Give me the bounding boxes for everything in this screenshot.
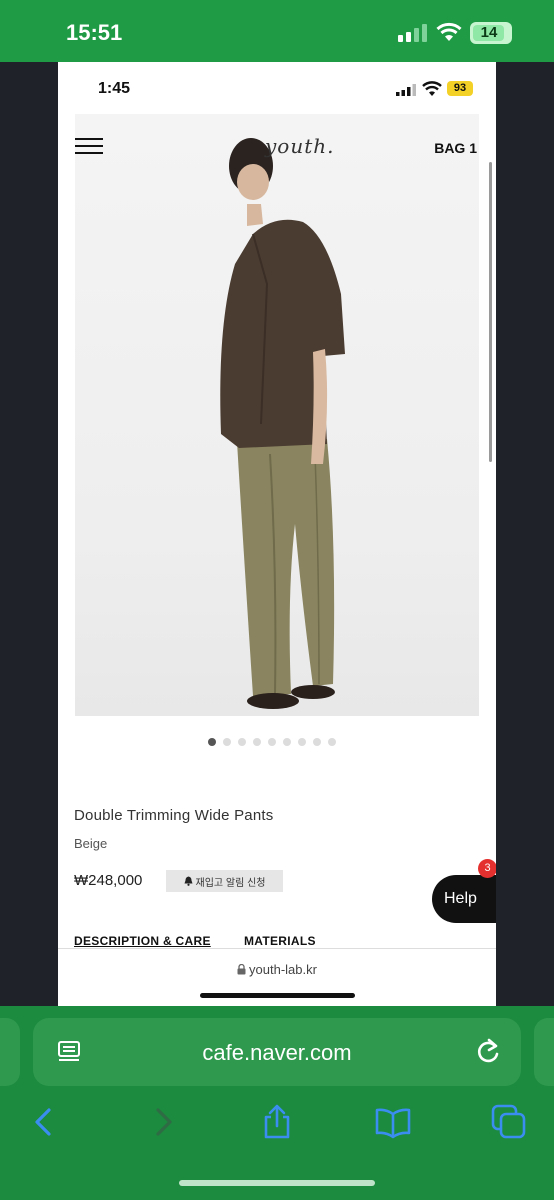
screenshot-margin-left (0, 62, 58, 1006)
carousel-dot[interactable] (268, 738, 276, 746)
menu-icon[interactable] (75, 138, 103, 156)
tab-materials[interactable]: MATERIALS (244, 934, 316, 948)
restock-alert-button[interactable]: 재입고 알림 신청 (166, 870, 283, 892)
inner-url-text: youth-lab.kr (249, 962, 317, 977)
restock-label: 재입고 알림 신청 (195, 877, 266, 889)
divider (58, 948, 496, 949)
share-icon[interactable] (259, 1104, 295, 1140)
back-icon[interactable] (26, 1104, 62, 1140)
home-indicator (179, 1180, 375, 1186)
product-name: Double Trimming Wide Pants (74, 807, 274, 824)
outer-status-bar: 15:51 14 (0, 0, 554, 62)
previous-tab-preview[interactable] (0, 1018, 20, 1086)
carousel-dot[interactable] (283, 738, 291, 746)
carousel-dot[interactable] (313, 738, 321, 746)
reload-icon[interactable] (475, 1038, 501, 1066)
next-tab-preview[interactable] (534, 1018, 554, 1086)
inner-battery-indicator: 93 (447, 81, 473, 96)
product-image[interactable]: youth. BAG 1 (75, 114, 479, 716)
bookmarks-icon[interactable] (375, 1104, 411, 1140)
wifi-icon (436, 22, 462, 41)
forward-icon[interactable] (145, 1104, 181, 1140)
help-notification-badge: 3 (478, 859, 496, 878)
carousel-dot[interactable] (298, 738, 306, 746)
tab-description-care[interactable]: DESCRIPTION & CARE (74, 934, 211, 948)
battery-level: 14 (480, 24, 498, 41)
battery-indicator: 14 (470, 22, 512, 44)
carousel-dot[interactable] (238, 738, 246, 746)
product-color: Beige (74, 836, 108, 851)
inner-signal-icon (396, 84, 416, 96)
lock-icon (237, 963, 246, 975)
carousel-dots[interactable] (208, 738, 336, 746)
carousel-dot[interactable] (328, 738, 336, 746)
address-bar-url[interactable]: cafe.naver.com (33, 1040, 521, 1066)
carousel-dot[interactable] (208, 738, 216, 746)
inner-wifi-icon (422, 81, 442, 96)
bag-link[interactable]: BAG 1 (434, 140, 477, 156)
screenshot-margin-right (496, 62, 554, 1006)
address-bar[interactable]: cafe.naver.com (33, 1018, 521, 1086)
shared-screenshot: 1:45 93 youth. BAG 1 Double Trimming Wid… (58, 62, 496, 1006)
product-price: ₩248,000 (74, 872, 143, 889)
model-figure-image (220, 138, 345, 709)
inner-address-bar[interactable]: youth-lab.kr (58, 962, 496, 977)
page-scrollbar[interactable] (489, 162, 492, 462)
bell-icon (184, 876, 193, 886)
inner-home-indicator (200, 993, 355, 998)
outer-clock: 15:51 (66, 20, 123, 45)
inner-clock: 1:45 (98, 80, 131, 97)
cellular-signal-icon (398, 24, 427, 42)
carousel-dot[interactable] (223, 738, 231, 746)
brand-logo[interactable]: youth. (265, 134, 335, 158)
help-chat-button[interactable]: Help (432, 875, 496, 923)
tabs-icon[interactable] (491, 1104, 527, 1140)
carousel-dot[interactable] (253, 738, 261, 746)
